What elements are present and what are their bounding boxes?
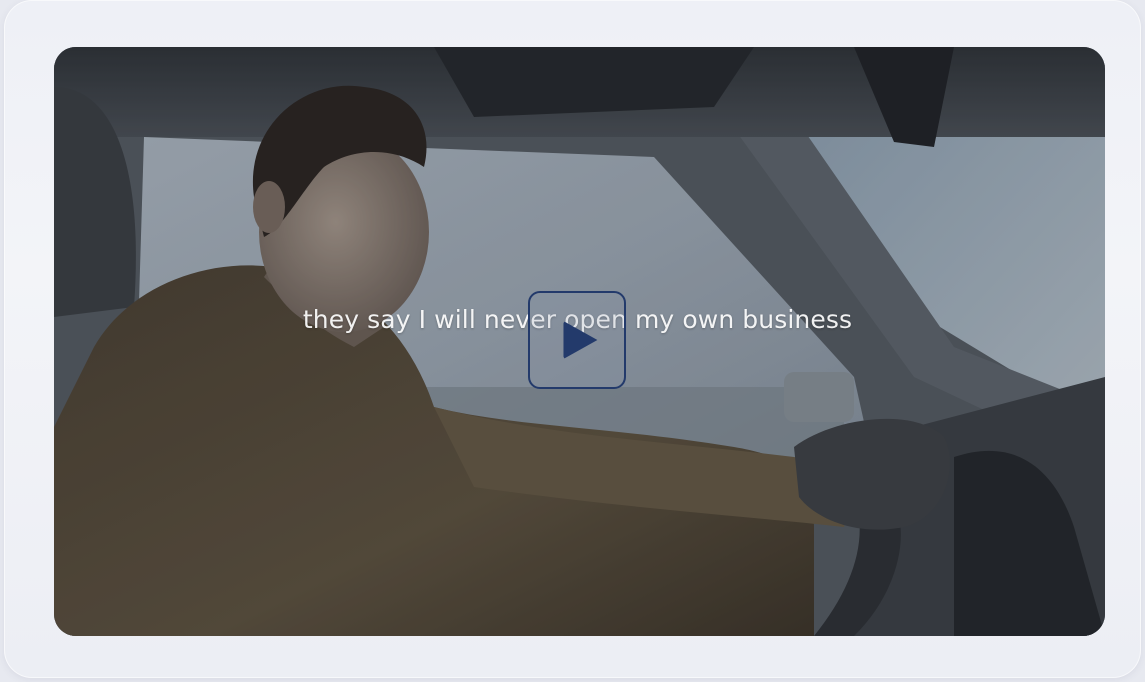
video-player[interactable]: they say I will never open my own busine… (54, 47, 1105, 636)
video-card: they say I will never open my own busine… (4, 0, 1141, 678)
play-button[interactable] (528, 291, 626, 389)
play-icon (563, 321, 598, 359)
